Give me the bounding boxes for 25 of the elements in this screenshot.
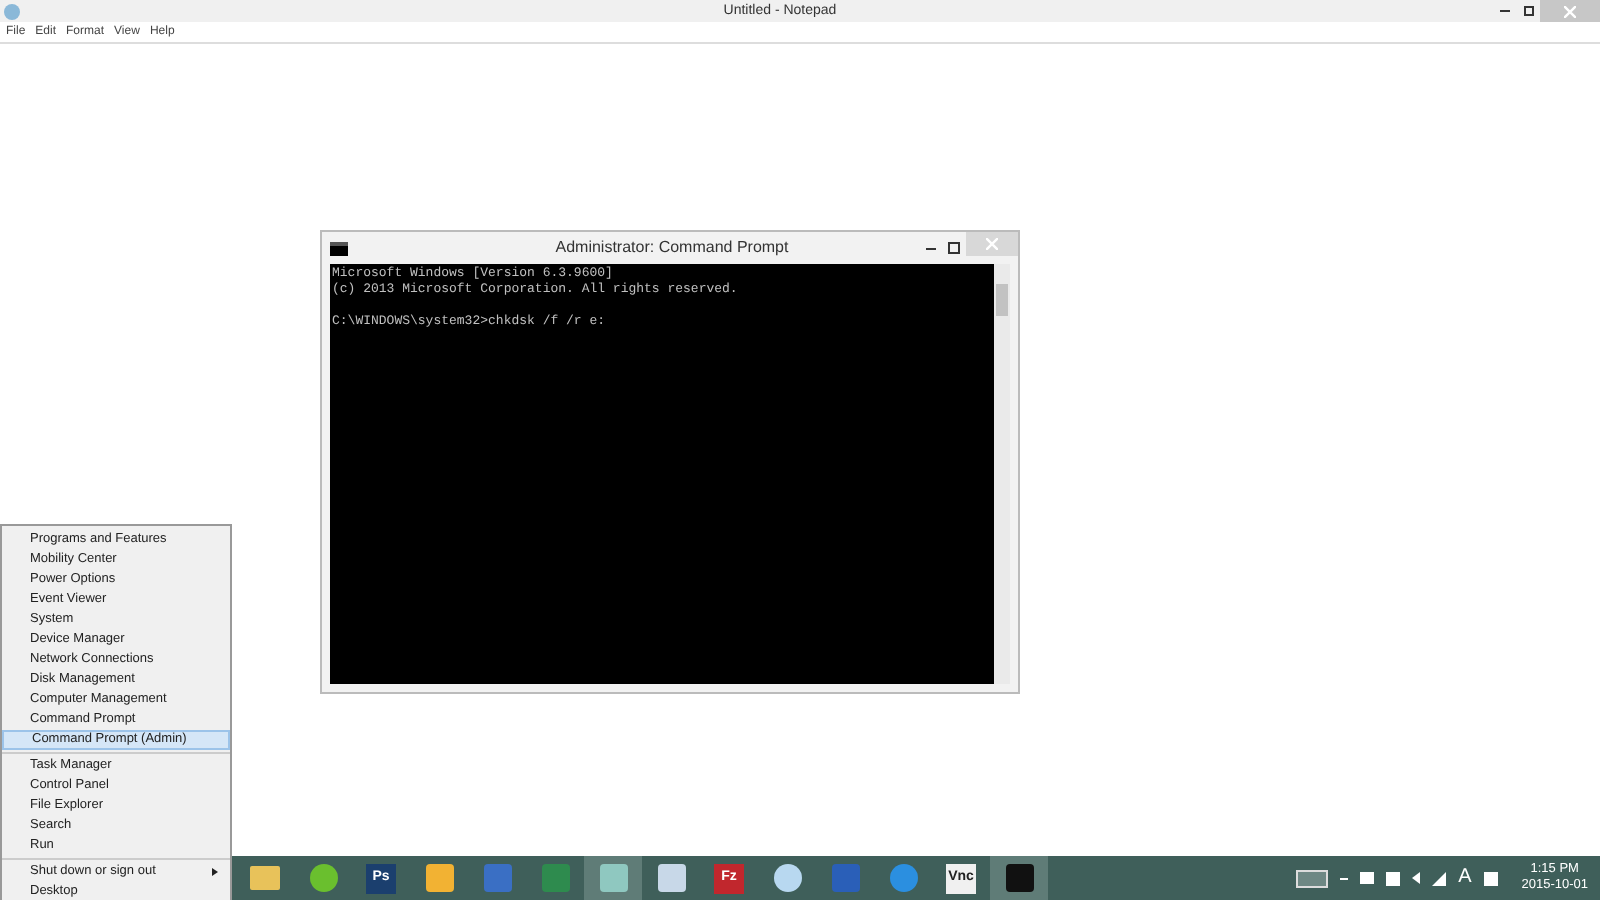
- window-title: Administrator: Command Prompt: [553, 236, 791, 260]
- app-icon: [541, 864, 569, 892]
- close-icon: [1564, 5, 1576, 17]
- taskbar-app[interactable]: [584, 856, 642, 900]
- app-icon: [889, 864, 917, 892]
- folder-icon: [250, 866, 280, 890]
- scrollbar[interactable]: [994, 264, 1010, 684]
- tray-icon[interactable]: [1483, 871, 1498, 885]
- keyboard-icon[interactable]: [1296, 869, 1329, 887]
- app-icon: [831, 864, 859, 892]
- ime-indicator[interactable]: A: [1458, 868, 1472, 888]
- close-icon: [986, 238, 998, 250]
- app-icon: [1005, 864, 1033, 892]
- cmd-icon: [330, 241, 348, 255]
- app-icon: [599, 864, 627, 892]
- app-icon: [773, 864, 801, 892]
- notepad-icon: [4, 3, 20, 19]
- signal-icon[interactable]: [1432, 871, 1447, 885]
- speaker-icon[interactable]: [1412, 872, 1421, 884]
- app-icon: [483, 864, 511, 892]
- app-icon: [657, 864, 685, 892]
- app-icon: [425, 864, 453, 892]
- taskbar-app[interactable]: [990, 856, 1048, 900]
- scroll-thumb[interactable]: [996, 284, 1008, 316]
- app-icon: [309, 864, 337, 892]
